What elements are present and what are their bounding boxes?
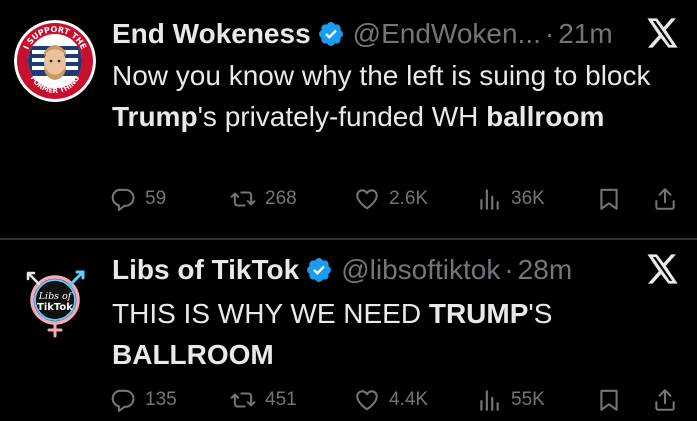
tweet-text-part: THIS IS WHY WE NEED bbox=[112, 298, 429, 329]
tweet-text-part: 's privately-funded WH bbox=[197, 101, 487, 132]
tweet-text-bold: BALLROOM bbox=[112, 339, 274, 370]
reply-count: 135 bbox=[145, 389, 177, 410]
repost-icon bbox=[230, 191, 256, 207]
bookmark-icon bbox=[600, 389, 618, 411]
heart-icon bbox=[356, 390, 378, 411]
handle[interactable]: @EndWoken... bbox=[353, 14, 541, 54]
verified-badge-icon[interactable] bbox=[317, 20, 345, 48]
tweet-end-wokeness[interactable]: I SUPPORT THE FORMER THING End Wokeness … bbox=[0, 0, 697, 238]
bookmark-button[interactable] bbox=[596, 181, 622, 217]
reply-count: 59 bbox=[145, 188, 167, 209]
tweet-text-part: Now you know why the left is suing to bl… bbox=[112, 60, 651, 91]
repost-button[interactable]: 268 bbox=[230, 181, 297, 217]
views-button[interactable]: 36K bbox=[476, 181, 545, 217]
views-icon bbox=[480, 189, 499, 210]
like-count: 2.6K bbox=[389, 188, 429, 209]
tweet-text: Now you know why the left is suing to bl… bbox=[112, 55, 672, 137]
action-bar: 135 451 4.4K 55K bbox=[0, 382, 697, 418]
tweet-text-part: 'S bbox=[528, 298, 553, 329]
share-button[interactable] bbox=[652, 181, 678, 217]
tweet-header: End Wokeness @EndWoken... · 21m bbox=[112, 14, 613, 54]
like-count: 4.4K bbox=[389, 389, 429, 410]
share-button[interactable] bbox=[652, 382, 678, 418]
x-logo-icon bbox=[647, 18, 678, 48]
avatar[interactable]: Libs of TikTok bbox=[14, 258, 96, 340]
repost-count: 268 bbox=[265, 188, 297, 209]
avatar-text-line-1: Libs of bbox=[38, 291, 73, 302]
timestamp[interactable]: 21m bbox=[558, 14, 612, 54]
display-name[interactable]: Libs of TikTok bbox=[112, 250, 299, 290]
reply-button[interactable]: 59 bbox=[110, 181, 166, 217]
like-button[interactable]: 2.6K bbox=[354, 181, 428, 217]
avatar-text-line-2: TikTok bbox=[37, 302, 73, 313]
tweet-libs-of-tiktok[interactable]: Libs of TikTok Libs of TikTok @libsoftik… bbox=[0, 240, 697, 421]
view-count: 55K bbox=[511, 389, 545, 410]
reply-icon bbox=[111, 188, 135, 211]
bookmark-button[interactable] bbox=[596, 382, 622, 418]
repost-icon bbox=[230, 392, 256, 408]
reply-button[interactable]: 135 bbox=[110, 382, 177, 418]
action-bar: 59 268 2.6K 36K bbox=[0, 181, 697, 217]
heart-icon bbox=[356, 189, 378, 210]
share-icon bbox=[655, 389, 675, 411]
display-name[interactable]: End Wokeness bbox=[112, 14, 311, 54]
x-logo-icon bbox=[647, 254, 678, 284]
views-button[interactable]: 55K bbox=[476, 382, 545, 418]
tweet-text-bold: TRUMP bbox=[428, 298, 529, 329]
avatar-image: I SUPPORT THE FORMER THING bbox=[14, 20, 96, 102]
tweet-text: THIS IS WHY WE NEED TRUMP'S BALLROOM bbox=[112, 293, 672, 375]
timestamp[interactable]: 28m bbox=[518, 250, 572, 290]
bookmark-icon bbox=[600, 188, 618, 210]
avatar-image: Libs of TikTok bbox=[14, 258, 96, 340]
reply-icon bbox=[111, 389, 135, 412]
share-icon bbox=[655, 188, 675, 210]
tweet-text-bold: ballroom bbox=[486, 101, 605, 132]
repost-count: 451 bbox=[265, 389, 297, 410]
repost-button[interactable]: 451 bbox=[230, 382, 297, 418]
separator: · bbox=[544, 18, 555, 49]
separator: · bbox=[504, 254, 514, 285]
handle[interactable]: @libsoftiktok bbox=[341, 250, 500, 290]
avatar[interactable]: I SUPPORT THE FORMER THING bbox=[14, 20, 96, 102]
verified-badge-icon[interactable] bbox=[305, 256, 333, 284]
tweet-text-bold: Trump bbox=[112, 101, 198, 132]
like-button[interactable]: 4.4K bbox=[354, 382, 428, 418]
tweet-header: Libs of TikTok @libsoftiktok · 28m bbox=[112, 250, 572, 290]
view-count: 36K bbox=[511, 188, 545, 209]
views-icon bbox=[480, 390, 499, 411]
